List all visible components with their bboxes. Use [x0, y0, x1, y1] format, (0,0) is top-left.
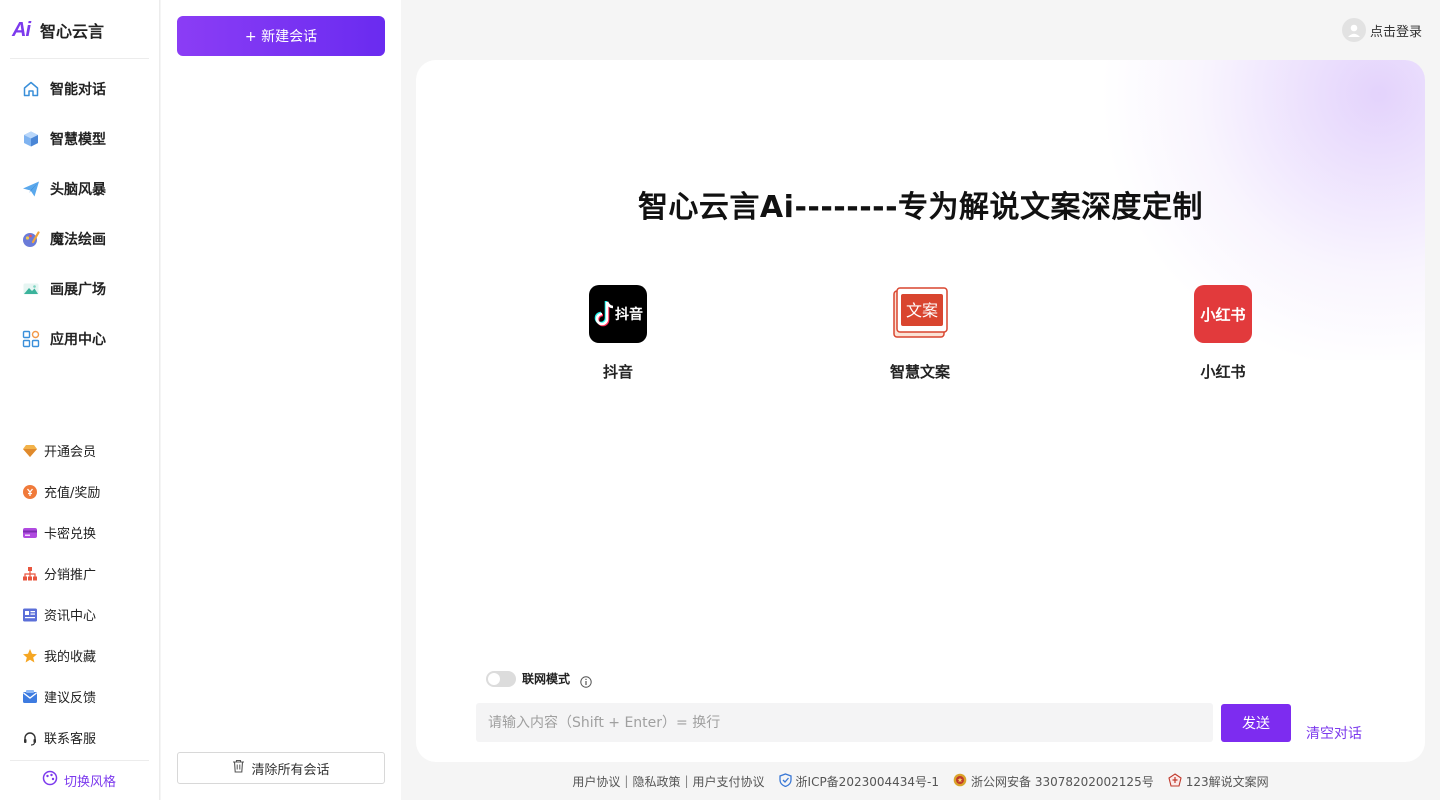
nav-item-brainstorm[interactable]: 头脑风暴: [0, 164, 160, 214]
headset-icon: [22, 730, 38, 746]
app-name: 抖音: [602, 363, 633, 381]
copywriting-book-icon: 文案: [891, 285, 949, 343]
nav-item-magic-painting[interactable]: 魔法绘画: [0, 214, 160, 264]
footer: 用户协议 | 隐私政策 | 用户支付协议 浙ICP备2023004434号-1 …: [401, 772, 1440, 790]
footer-link-privacy-policy[interactable]: 隐私政策: [632, 773, 680, 790]
tool-item-support[interactable]: 联系客服: [0, 717, 160, 758]
separator: |: [684, 774, 689, 788]
shield-icon: [778, 772, 792, 790]
tool-label: 我的收藏: [44, 650, 97, 665]
nav-label: 画展广场: [50, 282, 106, 298]
app-shortcuts: 抖音 抖音 文案 智慧文案 小红书 小红书: [416, 285, 1425, 395]
nav-label: 智能对话: [50, 82, 106, 98]
home-icon: [22, 80, 40, 98]
divider: [10, 58, 149, 59]
message-input-wrapper: [476, 703, 1213, 742]
conversation-panel: + 新建会话 清除所有会话: [161, 0, 401, 800]
tool-item-membership[interactable]: 开通会员: [0, 430, 160, 471]
switch-style-button[interactable]: 切换风格: [42, 770, 116, 790]
message-input[interactable]: [476, 703, 1213, 742]
separator: |: [624, 774, 629, 788]
nav-item-app-center[interactable]: 应用中心: [0, 314, 160, 364]
tool-label: 建议反馈: [44, 691, 97, 706]
police-record[interactable]: 浙公网安备 33078202002125号: [953, 773, 1154, 790]
switch-style-label: 切换风格: [64, 774, 117, 790]
douyin-logo-icon: 抖音: [589, 285, 647, 343]
network-mode-label: 联网模式: [522, 672, 571, 686]
app-name: 小红书: [1200, 363, 1246, 381]
divider: [10, 760, 149, 761]
tool-item-news[interactable]: 资讯中心: [0, 594, 160, 635]
news-icon: [22, 607, 38, 623]
nav-item-smart-chat[interactable]: 智能对话: [0, 64, 160, 114]
page-title: 智心云言Ai--------专为解说文案深度定制: [637, 190, 1204, 225]
new-chat-button[interactable]: + 新建会话: [177, 16, 385, 56]
login-label: 点击登录: [1369, 24, 1422, 40]
site-link[interactable]: 123解说文案网: [1168, 772, 1269, 790]
org-chart-icon: [22, 566, 38, 582]
mail-icon: [22, 689, 38, 705]
xiaohongshu-logo-icon: 小红书: [1194, 285, 1252, 343]
app-douyin[interactable]: 抖音 抖音: [558, 285, 678, 382]
network-mode-row: 联网模式: [486, 670, 592, 688]
police-text[interactable]: 浙公网安备 33078202002125号: [971, 773, 1154, 790]
trash-icon: [232, 759, 245, 777]
app-smart-copywriting[interactable]: 文案 智慧文案: [860, 285, 980, 382]
tool-item-distribution[interactable]: 分销推广: [0, 553, 160, 594]
cube-icon: [22, 130, 40, 148]
nav-item-smart-model[interactable]: 智慧模型: [0, 114, 160, 164]
footer-link-user-agreement[interactable]: 用户协议: [572, 773, 620, 790]
diamond-icon: [22, 443, 38, 459]
clear-all-conversations-button[interactable]: 清除所有会话: [177, 752, 385, 784]
clear-all-label: 清除所有会话: [251, 762, 330, 778]
logo-mark: Ai: [12, 18, 31, 41]
tool-label: 资讯中心: [44, 609, 97, 624]
icp-text[interactable]: 浙ICP备2023004434号-1: [796, 773, 939, 790]
tool-item-card-redeem[interactable]: 卡密兑换: [0, 512, 160, 553]
clear-conversation-link[interactable]: 清空对话: [1306, 723, 1362, 743]
tools-menu: 开通会员 充值/奖励 卡密兑换 分销推广 资讯中心 我的收藏 建议反馈 联系客服: [0, 430, 160, 758]
palette-icon: [22, 230, 40, 248]
icp-record[interactable]: 浙ICP备2023004434号-1: [778, 772, 939, 790]
star-icon: [22, 648, 38, 664]
douyin-tile-text: 抖音: [615, 306, 643, 323]
police-badge-icon: [953, 773, 967, 790]
tool-item-favorites[interactable]: 我的收藏: [0, 635, 160, 676]
tool-label: 充值/奖励: [44, 486, 101, 501]
nav-label: 魔法绘画: [50, 232, 106, 248]
tool-item-feedback[interactable]: 建议反馈: [0, 676, 160, 717]
nav-item-gallery[interactable]: 画展广场: [0, 264, 160, 314]
palette-switch-icon: [42, 770, 58, 790]
tool-label: 联系客服: [44, 732, 97, 747]
avatar: [1341, 18, 1366, 42]
send-button[interactable]: 发送: [1221, 704, 1291, 742]
nav-label: 应用中心: [50, 332, 106, 348]
main-card: 智心云言Ai--------专为解说文案深度定制 抖音 抖音 文案 智慧文案 小…: [416, 60, 1425, 762]
app-xiaohongshu[interactable]: 小红书 小红书: [1163, 285, 1283, 382]
login-button[interactable]: 点击登录: [1341, 18, 1422, 42]
tool-label: 开通会员: [44, 445, 97, 460]
brand-logo[interactable]: Ai 智心云言: [12, 16, 104, 44]
copywriting-tile-text: 文案: [906, 301, 938, 320]
site-text[interactable]: 123解说文案网: [1186, 773, 1269, 790]
paper-plane-icon: [22, 180, 40, 198]
footer-link-payment-agreement[interactable]: 用户支付协议: [693, 773, 765, 790]
app-name: 智慧文案: [889, 363, 950, 381]
tool-label: 卡密兑换: [44, 527, 97, 542]
landscape-icon: [22, 280, 40, 298]
network-mode-toggle[interactable]: [486, 670, 516, 687]
nav-label: 头脑风暴: [50, 182, 106, 198]
tool-label: 分销推广: [44, 568, 97, 583]
coin-icon: [22, 484, 38, 500]
info-icon[interactable]: [580, 673, 592, 688]
apps-grid-icon: [22, 330, 40, 348]
left-sidebar: Ai 智心云言 智能对话 智慧模型 头脑风暴 魔法绘画 画展广场 应用中心 开通…: [0, 0, 160, 800]
xiaohongshu-tile-text: 小红书: [1200, 306, 1245, 324]
card-icon: [22, 525, 38, 541]
nav-label: 智慧模型: [50, 132, 106, 148]
tool-item-recharge[interactable]: 充值/奖励: [0, 471, 160, 512]
main-nav: 智能对话 智慧模型 头脑风暴 魔法绘画 画展广场 应用中心: [0, 64, 160, 364]
brand-name: 智心云言: [40, 22, 105, 41]
site-badge-icon: [1168, 772, 1182, 790]
